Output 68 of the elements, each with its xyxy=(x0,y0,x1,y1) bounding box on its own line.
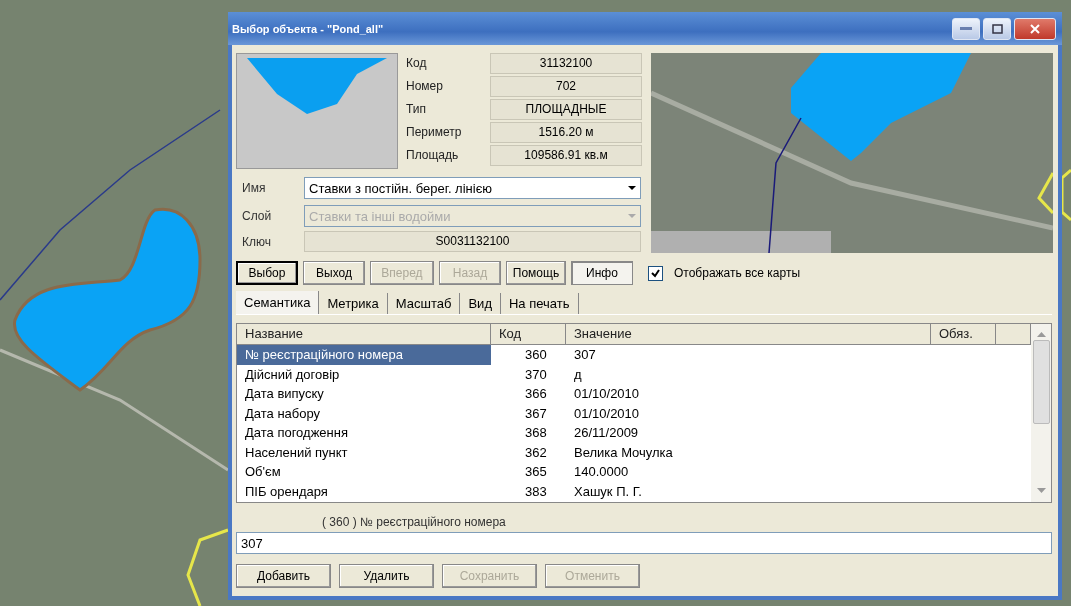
column-header[interactable]: Код xyxy=(491,324,566,345)
table-cell-text: ПІБ орендаря xyxy=(244,482,329,501)
table-cell-text: д xyxy=(573,365,583,384)
dropdown-arrow-icon xyxy=(628,214,636,218)
boundary-line xyxy=(1060,168,1071,222)
property-label: Площадь xyxy=(406,147,460,164)
table-cell-text: Дата погодження xyxy=(244,424,349,442)
table-cell-text: 360 xyxy=(524,346,548,364)
property-value: 1516.20 м xyxy=(490,122,642,143)
dropdown-arrow-icon xyxy=(628,186,636,190)
checkbox[interactable] xyxy=(648,265,663,281)
table-cell-text: Населений пункт xyxy=(244,443,349,462)
table-cell-text: 365 xyxy=(524,463,548,481)
maximize-button[interactable] xyxy=(983,17,1011,40)
column-header[interactable]: Значение xyxy=(566,324,931,345)
toolbar-button[interactable]: Выбор xyxy=(236,261,298,285)
key-value: S0031132100 xyxy=(304,231,641,252)
action-button[interactable]: Удалить xyxy=(339,564,434,588)
close-button[interactable] xyxy=(1014,17,1056,40)
table-cell-text: Дата випуску xyxy=(244,385,325,403)
scrollbar[interactable] xyxy=(1031,324,1051,502)
table-cell-text: 307 xyxy=(573,346,597,364)
table-cell: № реєстраційного номера xyxy=(237,345,491,365)
tab[interactable]: Семантика xyxy=(236,291,320,314)
scroll-down-icon xyxy=(1036,488,1046,494)
minimize-icon xyxy=(960,26,972,31)
field-label: Слой xyxy=(241,209,273,223)
toolbar-button[interactable]: Помощь xyxy=(506,261,566,285)
scroll-up-icon xyxy=(1036,332,1046,338)
table-cell-text: 368 xyxy=(524,424,548,442)
property-value: 702 xyxy=(490,76,642,97)
table-cell-text: 366 xyxy=(524,385,548,403)
table-cell-text: Велика Мочулка xyxy=(573,443,674,462)
property-value: 31132100 xyxy=(490,53,642,74)
table-cell-text: Дата набору xyxy=(244,404,322,423)
table-cell-text: Дійсний договір xyxy=(244,365,341,384)
table-cell-text: 26/11/2009 xyxy=(573,424,640,442)
table-cell-text: 370 xyxy=(524,365,548,384)
checkbox-label: Отображать все карты xyxy=(674,266,801,280)
action-button[interactable]: Добавить xyxy=(236,564,331,588)
table-cell-text: 01/10/2010 xyxy=(573,385,641,403)
window-title: Выбор объекта - "Pond_all" xyxy=(232,22,385,35)
field-caption: ( 360 ) № реєстраційного номера xyxy=(322,515,507,529)
table-cell-text: 01/10/2010 xyxy=(573,404,641,423)
maximize-icon xyxy=(991,23,1003,34)
column-header[interactable]: Обяз. xyxy=(931,324,996,345)
table-cell-text: 367 xyxy=(524,404,548,423)
toolbar-button[interactable]: Инфо xyxy=(571,261,633,285)
table-cell-text: 383 xyxy=(524,482,548,501)
property-value: 109586.91 кв.м xyxy=(490,145,642,166)
value-input-field[interactable]: 307 xyxy=(236,532,1052,554)
table-cell-text: 362 xyxy=(524,443,548,462)
table-cell-text: 140.0000 xyxy=(573,463,630,481)
property-value: ПЛОЩАДНЫЕ xyxy=(490,99,642,120)
property-label: Код xyxy=(406,55,428,72)
close-icon xyxy=(1030,23,1040,34)
minimize-button[interactable] xyxy=(952,17,980,40)
table-cell-text: Хашук П. Г. xyxy=(573,482,643,501)
dropdown-field[interactable]: Ставки з постійн. берег. лінією xyxy=(304,177,641,199)
field-label: Ключ xyxy=(241,234,272,249)
column-header[interactable]: Название xyxy=(237,324,491,345)
field-label: Имя xyxy=(241,181,267,195)
table-cell-text: Об'єм xyxy=(244,463,282,481)
toolbar-button[interactable]: Выход xyxy=(303,261,365,285)
checkmark-icon xyxy=(651,268,660,278)
property-label: Периметр xyxy=(406,124,463,141)
property-label: Номер xyxy=(406,78,444,95)
property-label: Тип xyxy=(406,101,427,118)
